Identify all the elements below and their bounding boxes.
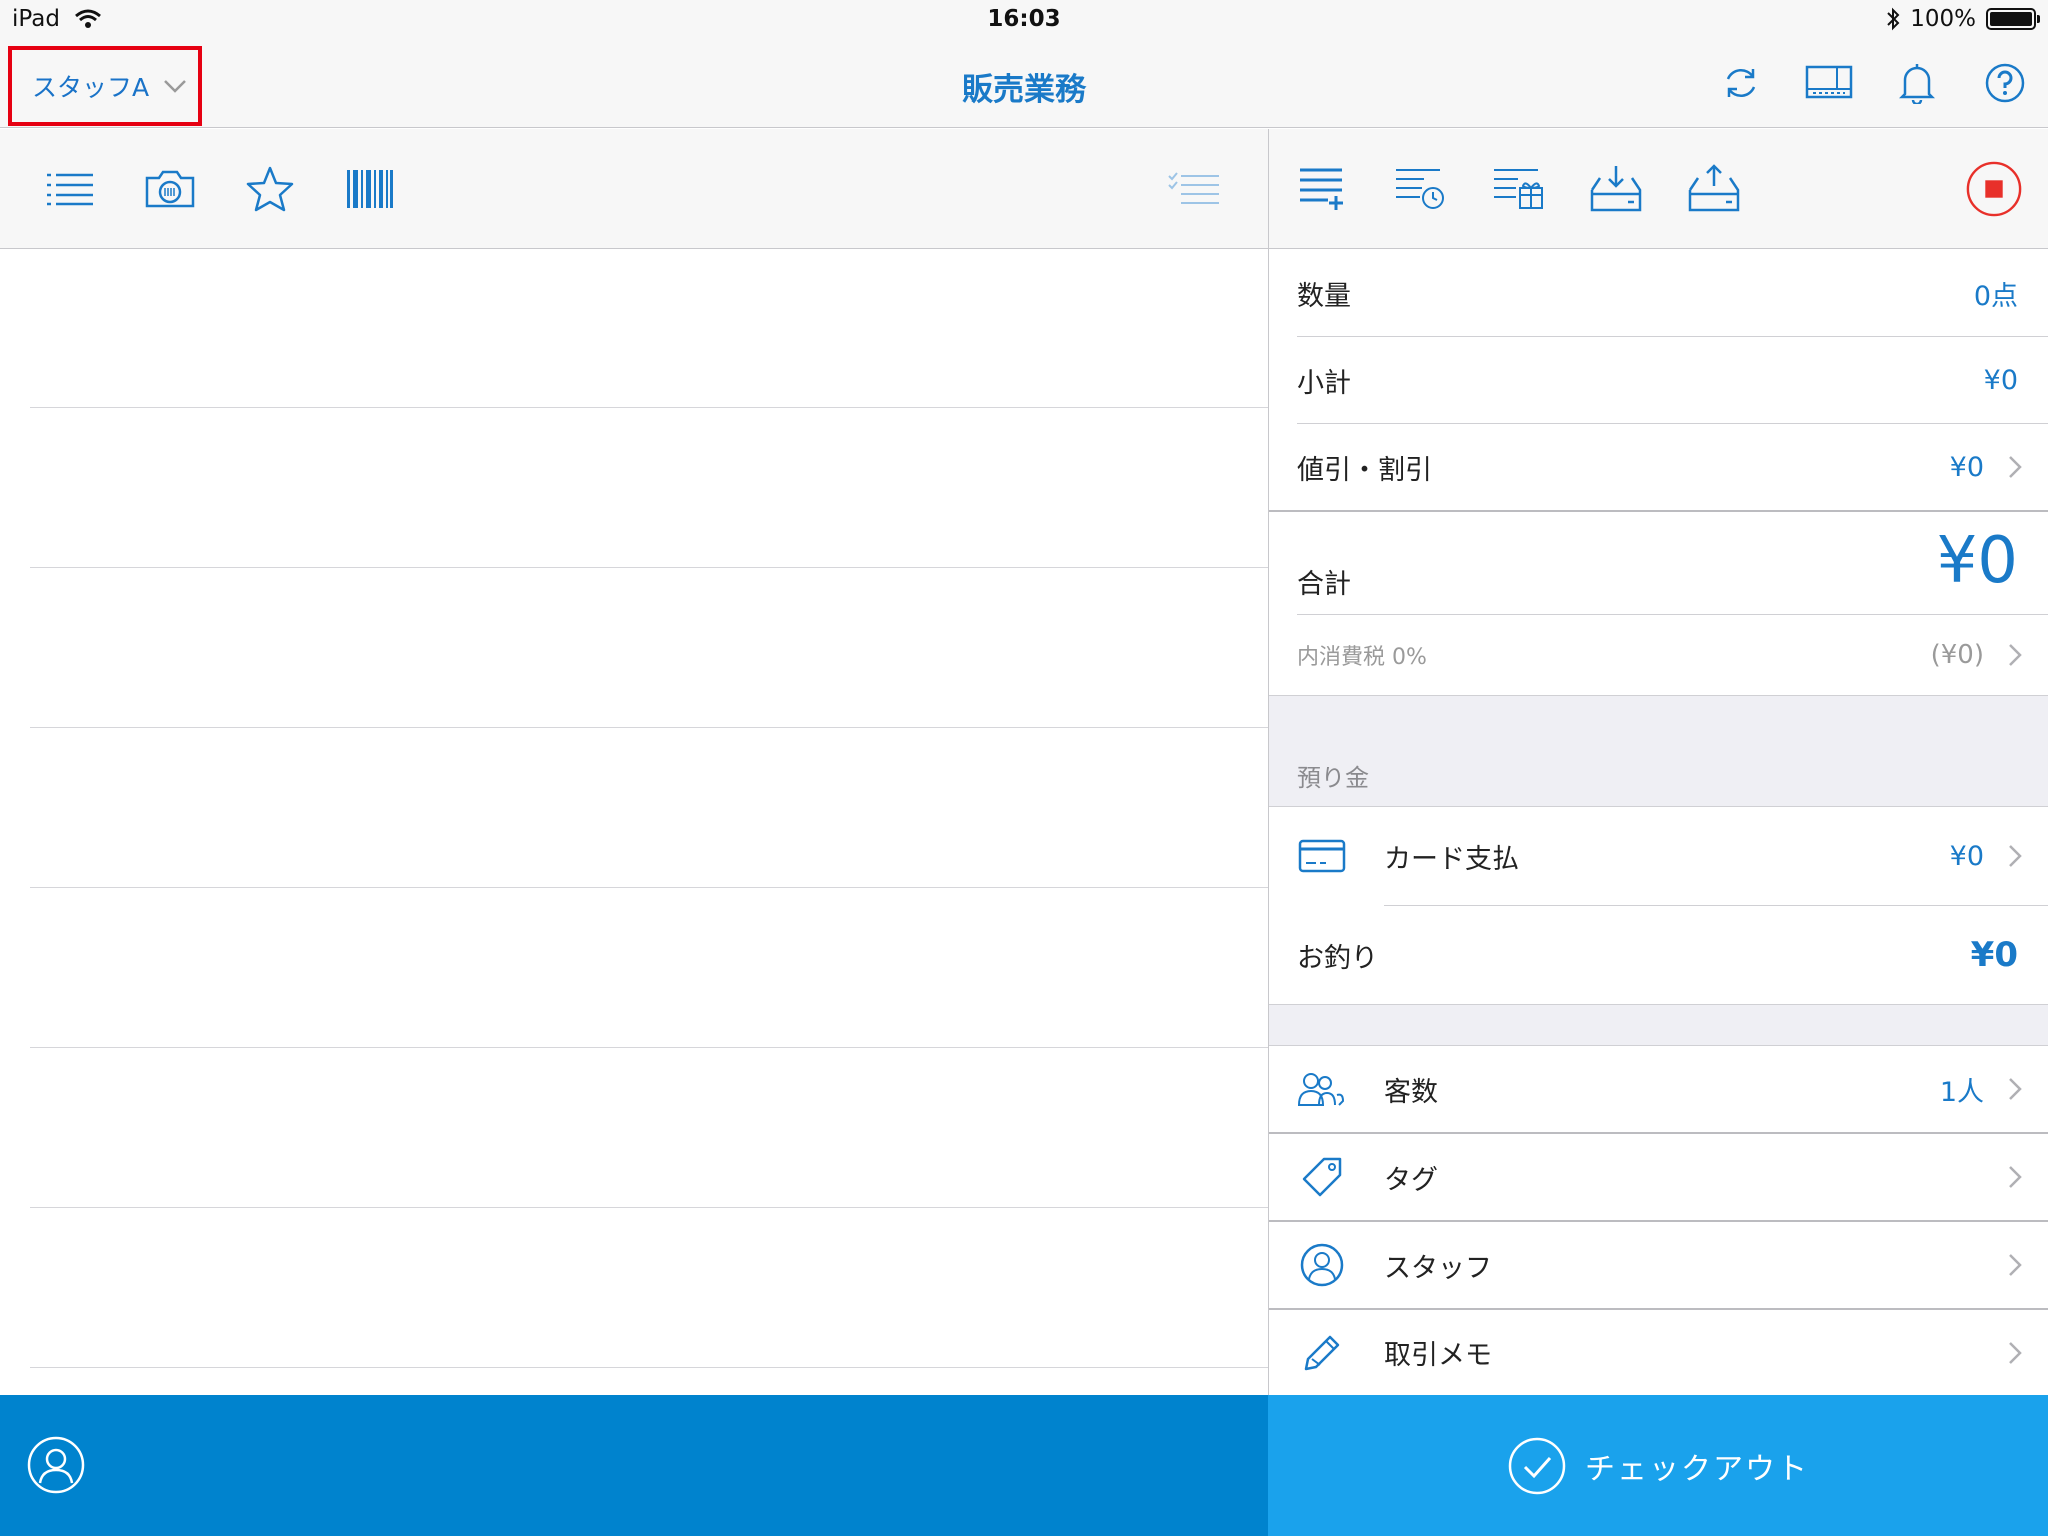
card-payment-value: ¥0 <box>1949 840 1984 872</box>
tag-label: タグ <box>1384 1164 1438 1196</box>
list-row-separator <box>30 407 1268 408</box>
staff-selector[interactable]: スタッフA <box>8 46 202 126</box>
camera-icon[interactable] <box>142 161 198 217</box>
quantity-label: 数量 <box>1297 280 1351 312</box>
discount-label: 値引・割引 <box>1297 454 1432 486</box>
checkout-label: チェックアウト <box>1585 1451 1809 1487</box>
pencil-icon <box>1297 1328 1347 1378</box>
customers-label: 客数 <box>1384 1076 1438 1108</box>
checkout-button[interactable]: チェックアウト <box>1268 1395 2048 1536</box>
tray-download-icon[interactable] <box>1587 159 1645 219</box>
status-time: 16:03 <box>987 6 1061 32</box>
customer-icon[interactable] <box>26 1435 86 1495</box>
list-row-separator <box>30 887 1268 888</box>
memo-label: 取引メモ <box>1384 1340 1492 1371</box>
stop-icon[interactable] <box>1965 159 2023 219</box>
customers-value: 1人 <box>1939 1076 1984 1108</box>
chevron-right-icon <box>2009 1166 2022 1188</box>
quantity-row: 数量 0点 <box>1269 250 2048 336</box>
list-icon[interactable] <box>42 161 98 217</box>
subtotal-label: 小計 <box>1297 367 1351 399</box>
sync-icon[interactable] <box>1716 58 1766 108</box>
chevron-right-icon <box>2009 1078 2022 1100</box>
deposit-section-header: 預り金 <box>1269 695 2048 807</box>
chevron-right-icon <box>2009 845 2022 867</box>
star-icon[interactable] <box>242 161 298 217</box>
customer-bar <box>0 1395 1268 1536</box>
customers-icon <box>1297 1064 1347 1114</box>
quantity-value: 0点 <box>1973 280 2018 312</box>
battery-percent: 100% <box>1910 6 1976 32</box>
chevron-right-icon <box>2009 456 2022 478</box>
discount-row[interactable]: 値引・割引 ¥0 <box>1269 424 2048 510</box>
change-value: ¥0 <box>1970 935 2018 975</box>
chevron-down-icon <box>164 80 186 93</box>
transaction-summary: 数量 0点 小計 ¥0 値引・割引 ¥0 合計 ¥0 内消費税 0% (¥0) … <box>1269 250 2048 1395</box>
memo-row[interactable]: 取引メモ <box>1269 1310 2048 1395</box>
subtotal-value: ¥0 <box>1983 364 2018 396</box>
tax-value: (¥0) <box>1930 640 1984 670</box>
chevron-right-icon <box>2009 644 2022 666</box>
change-label: お釣り <box>1297 942 1378 974</box>
change-row: お釣り ¥0 <box>1269 906 2048 1004</box>
bluetooth-icon <box>1887 7 1900 31</box>
total-row: 合計 ¥0 <box>1269 512 2048 614</box>
chevron-right-icon <box>2009 1254 2022 1276</box>
list-row-separator <box>30 567 1268 568</box>
total-value: ¥0 <box>1936 524 2018 598</box>
check-circle-icon <box>1508 1437 1566 1494</box>
discount-value: ¥0 <box>1949 451 1984 483</box>
add-item-icon[interactable] <box>1293 159 1351 219</box>
staff-row[interactable]: スタッフ <box>1269 1222 2048 1308</box>
credit-card-icon <box>1297 831 1347 881</box>
subtotal-row: 小計 ¥0 <box>1269 337 2048 423</box>
barcode-icon[interactable] <box>342 161 398 217</box>
product-toolbar <box>0 129 1268 249</box>
list-row-separator <box>30 1367 1268 1368</box>
tax-label: 内消費税 0% <box>1297 645 1427 670</box>
staff-selector-label: スタッフA <box>32 73 150 102</box>
card-payment-row[interactable]: カード支払 ¥0 <box>1269 807 2048 905</box>
nav-bar: スタッフA 販売業務 <box>0 40 2048 128</box>
tray-upload-icon[interactable] <box>1685 159 1743 219</box>
gift-list-icon[interactable] <box>1489 159 1547 219</box>
tax-row[interactable]: 内消費税 0% (¥0) <box>1269 615 2048 695</box>
deposit-header-label: 預り金 <box>1297 764 1369 792</box>
list-row-separator <box>30 727 1268 728</box>
battery-icon <box>1986 8 2040 30</box>
staff-label: スタッフ <box>1384 1252 1492 1284</box>
total-label: 合計 <box>1297 569 1351 600</box>
checklist-icon[interactable] <box>1166 161 1222 217</box>
staff-icon <box>1297 1240 1347 1290</box>
cart-item-list[interactable] <box>0 250 1268 1395</box>
tag-icon <box>1297 1152 1347 1202</box>
history-list-icon[interactable] <box>1391 159 1449 219</box>
transaction-toolbar <box>1269 129 2048 249</box>
register-icon[interactable] <box>1804 58 1854 108</box>
list-row-separator <box>30 1207 1268 1208</box>
chevron-right-icon <box>2009 1341 2022 1364</box>
customers-row[interactable]: 客数 1人 <box>1269 1046 2048 1132</box>
status-bar: iPad 16:03 100% <box>0 0 2048 40</box>
help-icon[interactable] <box>1980 58 2030 108</box>
card-payment-label: カード支払 <box>1384 843 1519 875</box>
bell-icon[interactable] <box>1892 58 1942 108</box>
list-row-separator <box>30 1047 1268 1048</box>
tag-row[interactable]: タグ <box>1269 1134 2048 1220</box>
section-spacer <box>1269 1004 2048 1046</box>
